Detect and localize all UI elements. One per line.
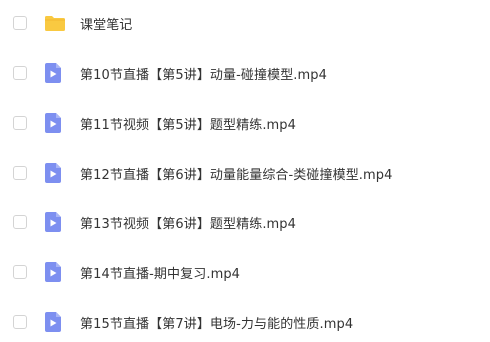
row-checkbox[interactable] bbox=[13, 215, 27, 229]
file-name: 第14节直播-期中复习.mp4 bbox=[80, 266, 241, 282]
file-name: 课堂笔记 bbox=[80, 17, 133, 33]
file-name: 第11节视频【第5讲】题型精练.mp4 bbox=[80, 117, 297, 133]
video-icon bbox=[44, 311, 62, 333]
file-row-video[interactable]: 第10节直播【第5讲】动量-碰撞模型.mp4 bbox=[0, 53, 490, 93]
row-checkbox[interactable] bbox=[13, 315, 27, 329]
file-list: 课堂笔记 第10节直播【第5讲】动量-碰撞模型.mp4 第11节视频【第5讲】题… bbox=[0, 0, 490, 332]
file-name: 第12节直播【第6讲】动量能量综合-类碰撞模型.mp4 bbox=[80, 167, 393, 183]
file-name: 第15节直播【第7讲】电场-力与能的性质.mp4 bbox=[80, 316, 354, 332]
video-icon bbox=[44, 162, 62, 184]
video-icon bbox=[44, 261, 62, 283]
file-row-video[interactable]: 第13节视频【第6讲】题型精练.mp4 bbox=[0, 202, 490, 242]
video-icon bbox=[44, 62, 62, 84]
row-checkbox[interactable] bbox=[13, 116, 27, 130]
file-row-video[interactable]: 第11节视频【第5讲】题型精练.mp4 bbox=[0, 103, 490, 143]
file-name: 第13节视频【第6讲】题型精练.mp4 bbox=[80, 216, 297, 232]
row-checkbox[interactable] bbox=[13, 166, 27, 180]
file-row-video[interactable]: 第14节直播-期中复习.mp4 bbox=[0, 252, 490, 292]
file-row-video[interactable]: 第15节直播【第7讲】电场-力与能的性质.mp4 bbox=[0, 302, 490, 342]
file-row-folder[interactable]: 课堂笔记 bbox=[0, 3, 490, 43]
folder-icon bbox=[44, 14, 66, 32]
video-icon bbox=[44, 211, 62, 233]
file-row-video[interactable]: 第12节直播【第6讲】动量能量综合-类碰撞模型.mp4 bbox=[0, 153, 490, 193]
video-icon bbox=[44, 112, 62, 134]
file-name: 第10节直播【第5讲】动量-碰撞模型.mp4 bbox=[80, 67, 328, 83]
row-checkbox[interactable] bbox=[13, 265, 27, 279]
row-checkbox[interactable] bbox=[13, 16, 27, 30]
row-checkbox[interactable] bbox=[13, 66, 27, 80]
